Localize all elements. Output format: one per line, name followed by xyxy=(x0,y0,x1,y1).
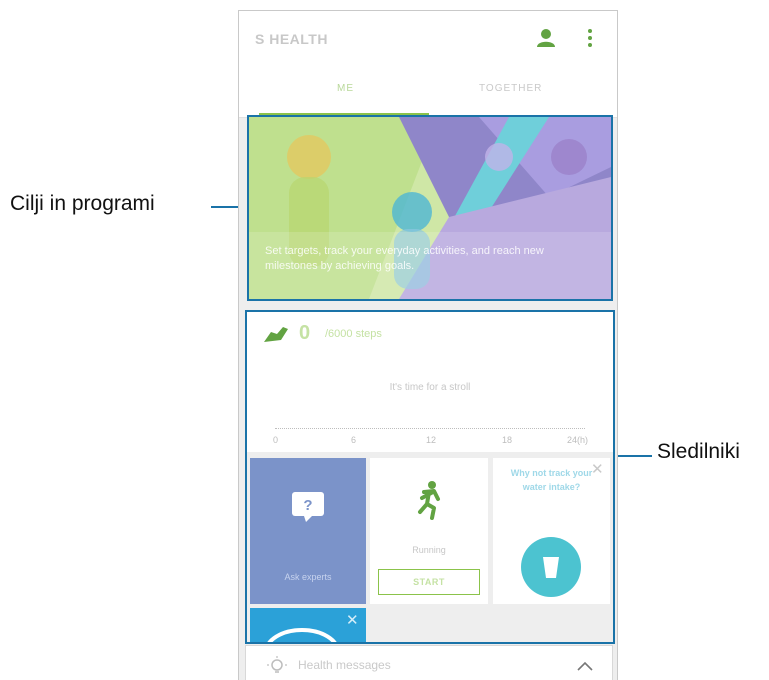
health-messages-bar[interactable]: Health messages xyxy=(245,645,613,680)
steps-count: 0 xyxy=(299,322,311,344)
health-messages-label: Health messages xyxy=(298,658,391,672)
banner-description: Set targets, track your everyday activit… xyxy=(265,245,544,272)
phone-screen: S HEALTH ME TOGETHER Set targets, track … xyxy=(238,10,618,680)
axis-tick: 0 xyxy=(273,435,279,445)
axis-tick: 24(h) xyxy=(567,435,589,445)
running-label: Running xyxy=(412,545,446,555)
partial-tile[interactable]: ✕ xyxy=(250,608,366,642)
chevron-up-icon[interactable] xyxy=(576,660,594,672)
trackers-callout: Sledilniki xyxy=(657,440,740,463)
axis-tick: 18 xyxy=(502,435,513,445)
more-options-icon[interactable] xyxy=(577,25,603,51)
steps-timeline xyxy=(275,428,585,429)
goals-programs-banner[interactable]: Set targets, track your everyday activit… xyxy=(247,115,613,301)
trackers-callout-line xyxy=(612,455,652,457)
axis-tick: 12 xyxy=(426,435,437,445)
water-intake-tile[interactable]: ✕ Why not track your water intake? xyxy=(493,458,610,604)
water-prompt: Why not track your water intake? xyxy=(510,468,593,492)
steps-target: /6000 steps xyxy=(325,328,382,340)
steps-tracker[interactable]: 0 /6000 steps It's time for a stroll 0 6… xyxy=(247,312,613,452)
axis-tick: 6 xyxy=(351,435,357,445)
svg-text:?: ? xyxy=(303,497,312,514)
ask-experts-tile[interactable]: ? Ask experts xyxy=(250,458,366,604)
tab-me[interactable]: ME xyxy=(337,83,354,94)
trackers-section: 0 /6000 steps It's time for a stroll 0 6… xyxy=(245,310,615,644)
water-glass-icon xyxy=(521,537,581,597)
runner-icon xyxy=(418,481,440,520)
app-bar: S HEALTH xyxy=(239,11,617,73)
goals-programs-callout: Cilji in programi xyxy=(10,192,155,215)
app-title: S HEALTH xyxy=(255,31,328,47)
lightbulb-icon xyxy=(267,656,287,673)
question-bubble-icon: ? xyxy=(292,492,324,522)
steps-message: It's time for a stroll xyxy=(389,382,471,393)
running-tile[interactable]: Running START xyxy=(370,458,488,604)
start-running-button[interactable]: START xyxy=(378,569,480,595)
shoe-icon xyxy=(264,327,288,342)
tab-bar: ME TOGETHER xyxy=(239,73,617,118)
profile-icon[interactable] xyxy=(533,25,559,51)
tab-together[interactable]: TOGETHER xyxy=(479,83,542,94)
tile-illustration xyxy=(267,628,337,642)
ask-experts-label: Ask experts xyxy=(284,572,332,582)
